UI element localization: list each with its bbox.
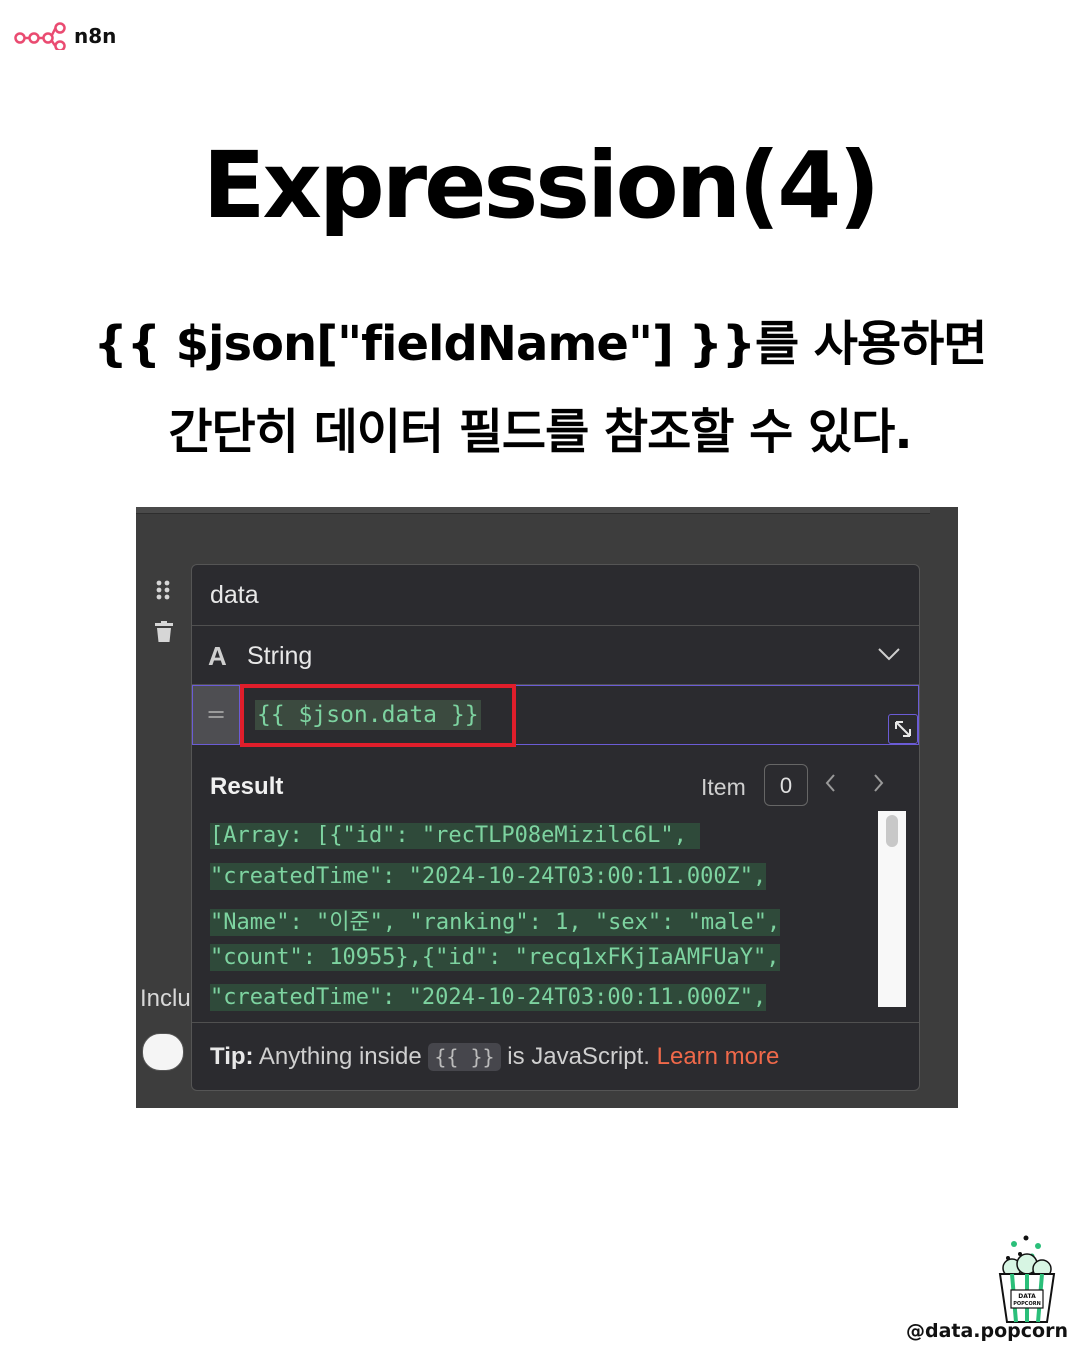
equals-sign: = (206, 700, 227, 728)
scrollbar-thumb[interactable] (886, 815, 898, 847)
result-line: [Array: [{"id": "recTLP08eMizilc6L", (210, 823, 701, 849)
result-label: Result (210, 773, 284, 800)
chevron-down-icon (878, 648, 900, 661)
trash-icon[interactable] (154, 621, 174, 647)
screenshot-panel: Inclu data A String = {{ $json.data }} R… (136, 507, 958, 1108)
string-type-icon: A (208, 641, 227, 671)
result-scrollbar[interactable] (878, 811, 906, 1007)
item-index-input[interactable]: 0 (764, 764, 808, 806)
brand: n8n (14, 22, 116, 50)
author-handle: @data.popcorn (905, 1320, 1068, 1342)
tip-prefix: Tip: (210, 1043, 254, 1070)
drag-handle-icon[interactable] (154, 579, 174, 606)
chevron-right-icon[interactable] (869, 770, 887, 796)
subtitle-line-2: 간단히 데이터 필드를 참조할 수 있다. (168, 404, 912, 460)
expand-icon[interactable] (888, 714, 918, 744)
chevron-left-icon[interactable] (822, 770, 840, 796)
tip-text-before: Anything inside (258, 1043, 422, 1070)
result-line: "count": 10955},{"id": "recq1xFKjIaAMFUa… (210, 943, 780, 971)
expression-mode-indicator: = (193, 686, 240, 744)
result-line: "createdTime": "2024-10-24T03:00:11.000Z… (210, 984, 767, 1011)
n8n-logo-icon (14, 22, 66, 50)
result-output: [Array: [{"id": "recTLP08eMizilc6L", "cr… (210, 823, 876, 1019)
divider (192, 1022, 919, 1023)
logo-text-data: DATA (1018, 1293, 1036, 1300)
result-line: "createdTime": "2024-10-24T03:00:11.000Z… (210, 862, 767, 890)
include-toggle[interactable] (142, 1033, 184, 1071)
subtitle-line-1: {{ $json["fieldName"] }}를 사용하면 (93, 316, 988, 372)
field-card: data A String = {{ $json.data }} Result … (191, 564, 920, 1091)
type-label: String (247, 642, 313, 670)
logo-text-popcorn: POPCORN (1013, 1301, 1041, 1307)
popcorn-logo-icon: DATA POPCORN (998, 1235, 1056, 1323)
item-index-value: 0 (779, 773, 793, 798)
include-label-partial: Inclu (140, 985, 191, 1012)
tip-text-after: is JavaScript. (507, 1043, 650, 1070)
page-title: Expression(4) (202, 132, 881, 239)
result-line: "Name": "이준", "ranking": 1, "sex": "male… (210, 909, 781, 936)
brand-name: n8n (74, 24, 117, 48)
tip-code: {{ }} (428, 1043, 501, 1071)
panel-top-bar (136, 507, 930, 514)
tip-text: Tip: Anything inside {{ }} is JavaScript… (210, 1043, 779, 1071)
field-name-input[interactable]: data (192, 565, 919, 626)
learn-more-link[interactable]: Learn more (657, 1043, 780, 1070)
field-name-value: data (210, 581, 259, 609)
item-label: Item (701, 774, 746, 800)
highlight-box (240, 684, 516, 747)
type-select[interactable]: A String (192, 626, 919, 685)
